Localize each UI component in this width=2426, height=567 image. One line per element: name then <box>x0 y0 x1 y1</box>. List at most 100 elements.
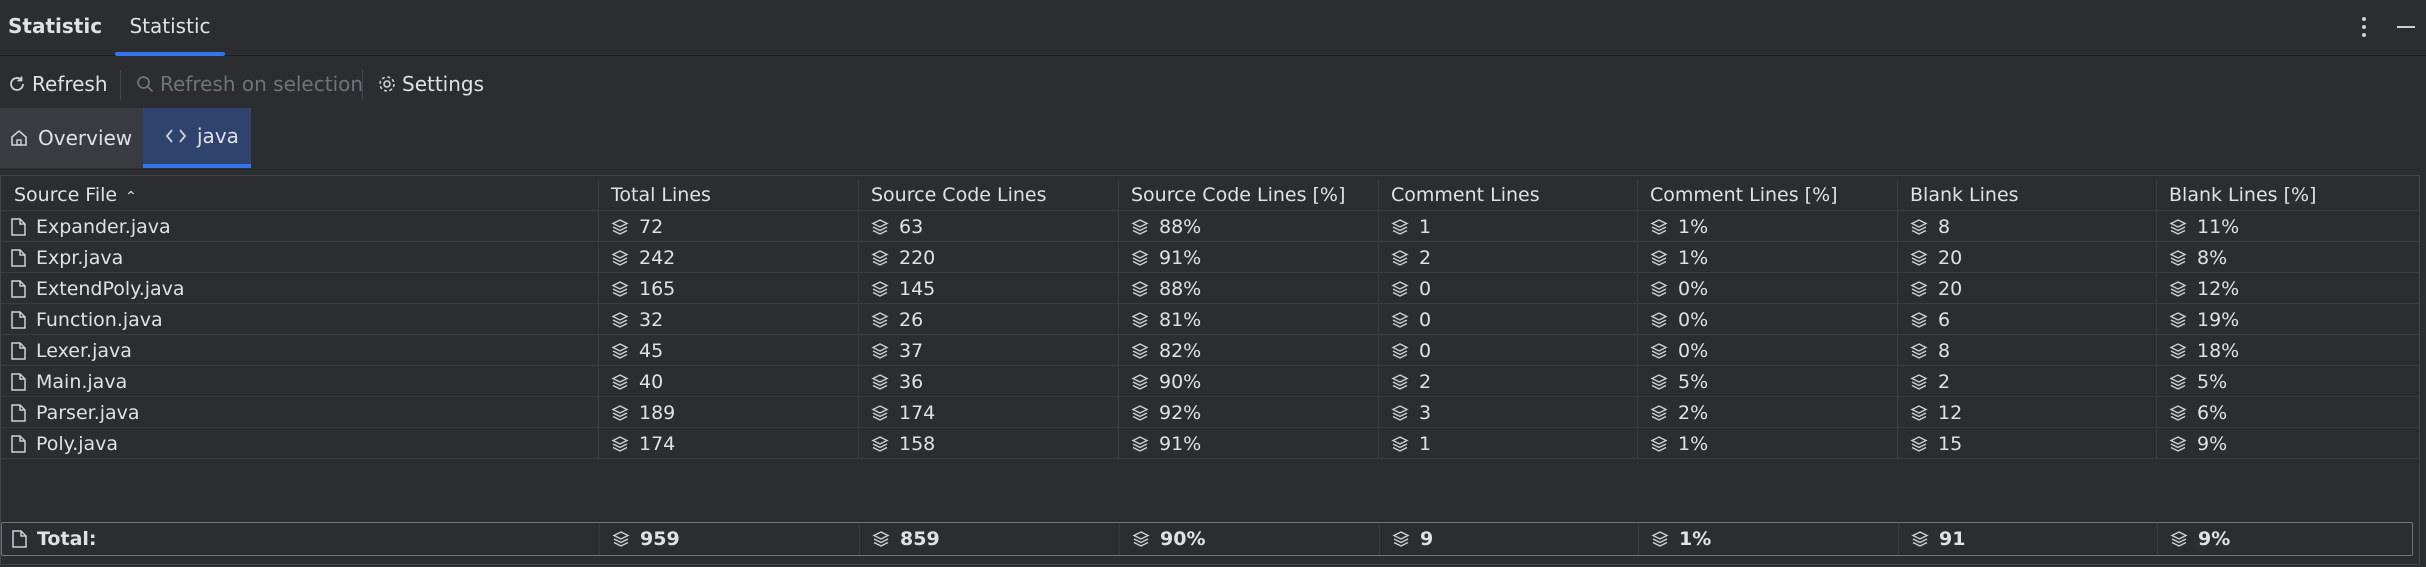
table-row[interactable]: Lexer.java 45 37 82% 0 0% 8 18% <box>1 335 2419 366</box>
total-lines-cell: 72 <box>598 211 858 242</box>
layers-icon <box>2169 373 2187 390</box>
cell-value: 189 <box>639 401 676 424</box>
table-row[interactable]: Poly.java 174 158 91% 1 1% 15 9% <box>1 428 2419 459</box>
source-file-cell: Poly.java <box>1 428 598 459</box>
layers-icon <box>2169 249 2187 266</box>
layers-icon <box>1910 342 1928 359</box>
minimize-icon[interactable] <box>2390 10 2422 44</box>
cell-value: 8% <box>2197 246 2228 269</box>
refresh-label: Refresh <box>32 72 108 96</box>
layers-icon <box>2169 311 2187 328</box>
source-code-lines-cell: 158 <box>858 428 1118 459</box>
search-icon <box>137 76 154 93</box>
column-header-blank-lines[interactable]: Blank Lines <box>1897 180 2156 210</box>
file-name: Parser.java <box>36 401 140 424</box>
layers-icon <box>1131 218 1149 235</box>
layers-icon <box>1911 531 1929 547</box>
home-icon <box>11 129 27 146</box>
table-row[interactable]: Main.java 40 36 90% 2 5% 2 5% <box>1 366 2419 397</box>
cell-value: 8 <box>1938 339 1951 362</box>
tab-java[interactable]: java <box>143 108 251 168</box>
layers-icon <box>1910 404 1928 421</box>
layers-icon <box>1650 280 1668 297</box>
more-options-icon[interactable] <box>2348 10 2380 44</box>
source-file-cell: Expr.java <box>1 242 598 273</box>
tab-overview[interactable]: Overview <box>0 108 143 168</box>
column-header-comment-lines[interactable]: Comment Lines <box>1378 180 1637 210</box>
cell-value: 1 <box>1419 215 1432 238</box>
tab-underline <box>115 52 225 56</box>
refresh-button[interactable]: Refresh <box>8 68 108 100</box>
table-row[interactable]: ExtendPoly.java 165 145 88% 0 0% 20 12% <box>1 273 2419 304</box>
cell-value: 1% <box>1679 528 1712 550</box>
table-row[interactable]: Parser.java 189 174 92% 3 2% 12 6% <box>1 397 2419 428</box>
source-file-cell: Main.java <box>1 366 598 397</box>
source-code-lines-cell: 220 <box>858 242 1118 273</box>
file-icon <box>11 310 26 329</box>
cell-value: 45 <box>639 339 664 362</box>
file-name: ExtendPoly.java <box>36 277 185 300</box>
toolbar-divider <box>120 70 121 100</box>
cell-value: 1% <box>1678 215 1709 238</box>
file-icon <box>11 279 26 298</box>
file-icon <box>11 403 26 422</box>
layers-icon <box>611 249 629 266</box>
cell-value: 220 <box>899 246 936 269</box>
layers-icon <box>611 404 629 421</box>
refresh-on-selection-button[interactable]: Refresh on selection <box>136 68 363 100</box>
cell-value: 40 <box>639 370 664 393</box>
tab-overview-label: Overview <box>38 126 133 150</box>
cell-value: 0 <box>1419 339 1432 362</box>
cell-value: 2 <box>1419 370 1432 393</box>
column-header-total-lines[interactable]: Total Lines <box>598 180 858 210</box>
layers-icon <box>1392 531 1410 547</box>
source-code-percent-cell: 91% <box>1118 428 1378 459</box>
blank-lines-cell: 8 <box>1897 335 2156 366</box>
tab-statistic[interactable]: Statistic <box>115 0 225 56</box>
column-header-comment-percent[interactable]: Comment Lines [%] <box>1637 180 1897 210</box>
table-row[interactable]: Expander.java 72 63 88% 1 1% 8 11% <box>1 211 2419 242</box>
column-header-source-code-percent[interactable]: Source Code Lines [%] <box>1118 180 1378 210</box>
layers-icon <box>871 342 889 359</box>
layers-icon <box>1910 435 1928 452</box>
cell-value: 8 <box>1938 215 1951 238</box>
layers-icon <box>1391 435 1409 452</box>
file-icon <box>11 341 26 360</box>
blank-lines-cell: 8 <box>1897 211 2156 242</box>
layers-icon <box>1131 373 1149 390</box>
cell-value: 174 <box>899 401 936 424</box>
comment-lines-cell: 0 <box>1378 335 1637 366</box>
file-name: Main.java <box>36 370 128 393</box>
source-code-percent-cell: 81% <box>1118 304 1378 335</box>
comment-lines-cell: 2 <box>1378 366 1637 397</box>
cell-value: 0% <box>1678 339 1709 362</box>
cell-value: 18% <box>2197 339 2240 362</box>
column-header-blank-percent[interactable]: Blank Lines [%] <box>2156 180 2419 210</box>
layers-icon <box>1391 280 1409 297</box>
table-row[interactable]: Function.java 32 26 81% 0 0% 6 19% <box>1 304 2419 335</box>
layers-icon <box>871 435 889 452</box>
layers-icon <box>871 404 889 421</box>
cell-value: 2% <box>1678 401 1709 424</box>
source-code-percent-cell: 92% <box>1118 397 1378 428</box>
settings-button[interactable]: Settings <box>378 68 484 100</box>
layers-icon <box>1910 311 1928 328</box>
total-lines-cell: 242 <box>598 242 858 273</box>
comment-percent-cell: 5% <box>1637 366 1897 397</box>
cell-value: 19% <box>2197 308 2240 331</box>
source-code-lines-cell: 145 <box>858 273 1118 304</box>
table-row[interactable]: Expr.java 242 220 91% 2 1% 20 8% <box>1 242 2419 273</box>
layers-icon <box>1131 404 1149 421</box>
cell-value: 1% <box>1678 432 1709 455</box>
tool-window-header: Statistic Statistic <box>0 0 2426 56</box>
column-header-source-file[interactable]: Source File ⌃ <box>1 180 598 210</box>
cell-value: 174 <box>639 432 676 455</box>
comment-lines-cell: 0 <box>1378 304 1637 335</box>
column-header-source-code-lines[interactable]: Source Code Lines <box>858 180 1118 210</box>
blank-lines-cell: 15 <box>1897 428 2156 459</box>
cell-value: 26 <box>899 308 924 331</box>
source-code-percent-cell: 90% <box>1119 523 1379 555</box>
cell-value: 5% <box>1678 370 1709 393</box>
refresh-icon <box>10 76 24 91</box>
layers-icon <box>871 311 889 328</box>
